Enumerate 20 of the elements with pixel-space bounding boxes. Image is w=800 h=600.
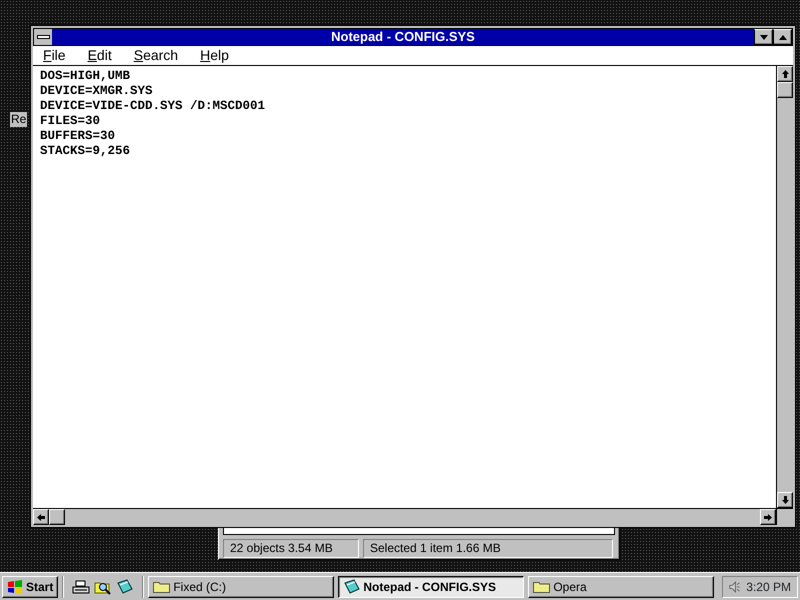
menu-item[interactable]: Edit	[86, 46, 120, 65]
text-line: BUFFERS=30	[40, 129, 116, 144]
start-label: Start	[26, 578, 54, 596]
menu-item[interactable]: File	[41, 46, 74, 65]
menu-item[interactable]: Search	[132, 46, 186, 65]
text-line: DOS=HIGH,UMB	[40, 69, 132, 84]
window-title: Notepad - CONFIG.SYS	[330, 29, 476, 45]
taskbar-button[interactable]: Notepad - CONFIG.SYS	[338, 576, 524, 598]
taskbar-button[interactable]: Opera	[528, 576, 714, 598]
text-line: DEVICE=XMGR.SYS	[40, 84, 154, 99]
start-button[interactable]: Start	[2, 576, 58, 598]
status-pane: Selected 1 item 1.66 MB	[363, 539, 613, 558]
text-line: DEVICE=VIDE-CDD.SYS /D:MSCD001	[40, 99, 266, 114]
clock: 3:20 PM	[746, 578, 791, 596]
text-line: STACKS=9,256	[40, 144, 132, 159]
text-line: FILES=30	[40, 114, 102, 129]
status-pane: 22 objects 3.54 MB	[223, 539, 359, 558]
menu-item[interactable]: Help	[198, 46, 237, 65]
taskbar-button[interactable]: Fixed (C:)	[148, 576, 334, 598]
desktop-icon-label: Re	[10, 112, 28, 127]
